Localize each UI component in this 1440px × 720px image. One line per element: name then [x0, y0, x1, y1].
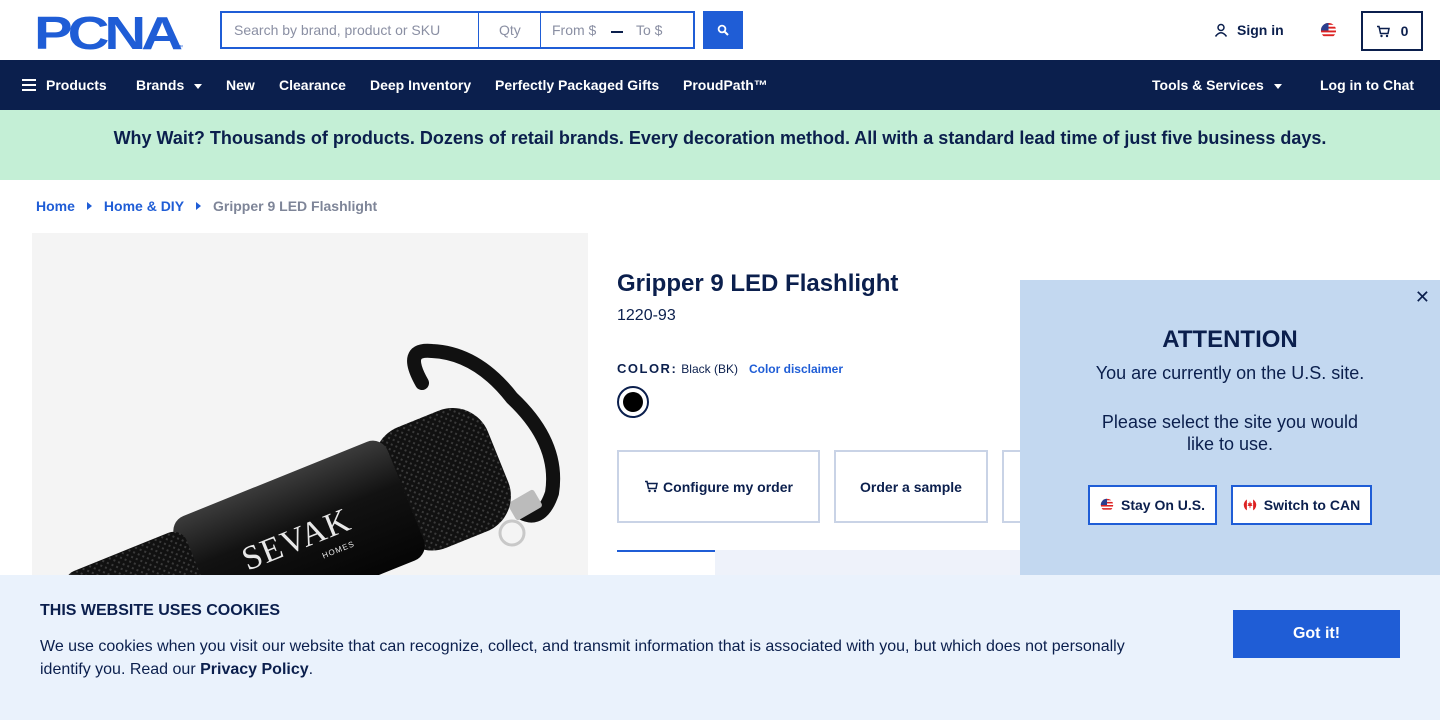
- order-sample-button[interactable]: Order a sample: [834, 450, 988, 523]
- nav-products[interactable]: Products: [22, 60, 107, 110]
- color-value: Black (BK): [681, 362, 738, 376]
- cart-count: 0: [1400, 23, 1409, 39]
- cart-icon: [1376, 25, 1390, 37]
- search-icon: [717, 24, 729, 36]
- tab-active[interactable]: [617, 550, 715, 575]
- cookie-title: THIS WEBSITE USES COOKIES: [40, 602, 281, 619]
- popup-title: ATTENTION: [1162, 326, 1298, 353]
- breadcrumb-category[interactable]: Home & DIY: [104, 198, 184, 214]
- main-nav: Products Brands New Clearance Deep Inven…: [0, 60, 1440, 110]
- breadcrumb-home[interactable]: Home: [36, 198, 75, 214]
- breadcrumb-arrow-icon: [196, 202, 202, 210]
- quantity-input[interactable]: [478, 11, 541, 49]
- breadcrumb: Home Home & DIY Gripper 9 LED Flashlight: [36, 198, 377, 214]
- menu-icon: [22, 79, 36, 92]
- nav-tools-services[interactable]: Tools & Services: [1152, 60, 1282, 110]
- us-flag-icon[interactable]: [1320, 22, 1337, 39]
- search-input[interactable]: [220, 11, 479, 49]
- breadcrumb-arrow-icon: [86, 202, 92, 210]
- price-from-input[interactable]: [552, 13, 610, 47]
- svg-text:™: ™: [177, 44, 183, 50]
- user-icon: [1214, 23, 1228, 37]
- price-to-input[interactable]: [636, 13, 694, 47]
- cookie-banner: THIS WEBSITE USES COOKIES We use cookies…: [0, 575, 1440, 720]
- switch-can-button[interactable]: Switch to CAN: [1231, 485, 1372, 525]
- color-disclaimer-link[interactable]: Color disclaimer: [749, 362, 843, 376]
- privacy-policy-link[interactable]: Privacy Policy: [200, 661, 309, 678]
- breadcrumb-current: Gripper 9 LED Flashlight: [213, 198, 378, 214]
- pcna-logo[interactable]: PCNA ™: [36, 12, 184, 50]
- site-header: PCNA ™ Sign in 0: [0, 0, 1440, 60]
- configure-order-button[interactable]: Configure my order: [617, 450, 820, 523]
- product-sku: 1220-93: [617, 307, 676, 324]
- color-row: COLOR: Black (BK) Color disclaimer: [617, 361, 843, 376]
- nav-proudpath[interactable]: ProudPath™: [683, 60, 768, 110]
- nav-brands[interactable]: Brands: [136, 60, 203, 110]
- product-title: Gripper 9 LED Flashlight: [617, 270, 899, 297]
- stay-us-button[interactable]: Stay On U.S.: [1088, 485, 1217, 525]
- sign-in-link[interactable]: Sign in: [1214, 22, 1284, 38]
- nav-new[interactable]: New: [226, 60, 255, 110]
- cookie-text: We use cookies when you visit our websit…: [40, 638, 1125, 678]
- accept-cookies-button[interactable]: Got it!: [1233, 610, 1400, 658]
- caret-down-icon: [194, 83, 203, 89]
- swatch-fill: [623, 392, 643, 412]
- color-swatch-black[interactable]: [617, 386, 649, 418]
- svg-text:PCNA: PCNA: [36, 12, 181, 50]
- caret-down-icon: [1273, 83, 1282, 89]
- nav-chat[interactable]: Log in to Chat: [1320, 60, 1414, 110]
- close-icon[interactable]: ✕: [1415, 288, 1430, 306]
- promo-banner: Why Wait? Thousands of products. Dozens …: [0, 110, 1440, 180]
- nav-gifts[interactable]: Perfectly Packaged Gifts: [495, 60, 659, 110]
- popup-current-site: You are currently on the U.S. site.: [1095, 363, 1365, 383]
- sign-in-label: Sign in: [1237, 22, 1284, 38]
- range-dash: [611, 31, 623, 33]
- search-button[interactable]: [703, 11, 743, 49]
- color-label: COLOR:: [617, 361, 678, 376]
- popup-question-line1: Please select the site you would: [1101, 412, 1359, 432]
- nav-deep-inventory[interactable]: Deep Inventory: [370, 60, 471, 110]
- nav-clearance[interactable]: Clearance: [279, 60, 346, 110]
- site-select-popup: ✕ ATTENTION You are currently on the U.S…: [1020, 280, 1440, 575]
- us-flag-icon: [1100, 498, 1114, 512]
- canada-flag-icon: [1243, 498, 1256, 512]
- price-range: [540, 11, 695, 49]
- popup-question-line2: like to use.: [1186, 434, 1274, 454]
- cart-icon: [645, 480, 658, 493]
- cart-button[interactable]: 0: [1361, 11, 1423, 51]
